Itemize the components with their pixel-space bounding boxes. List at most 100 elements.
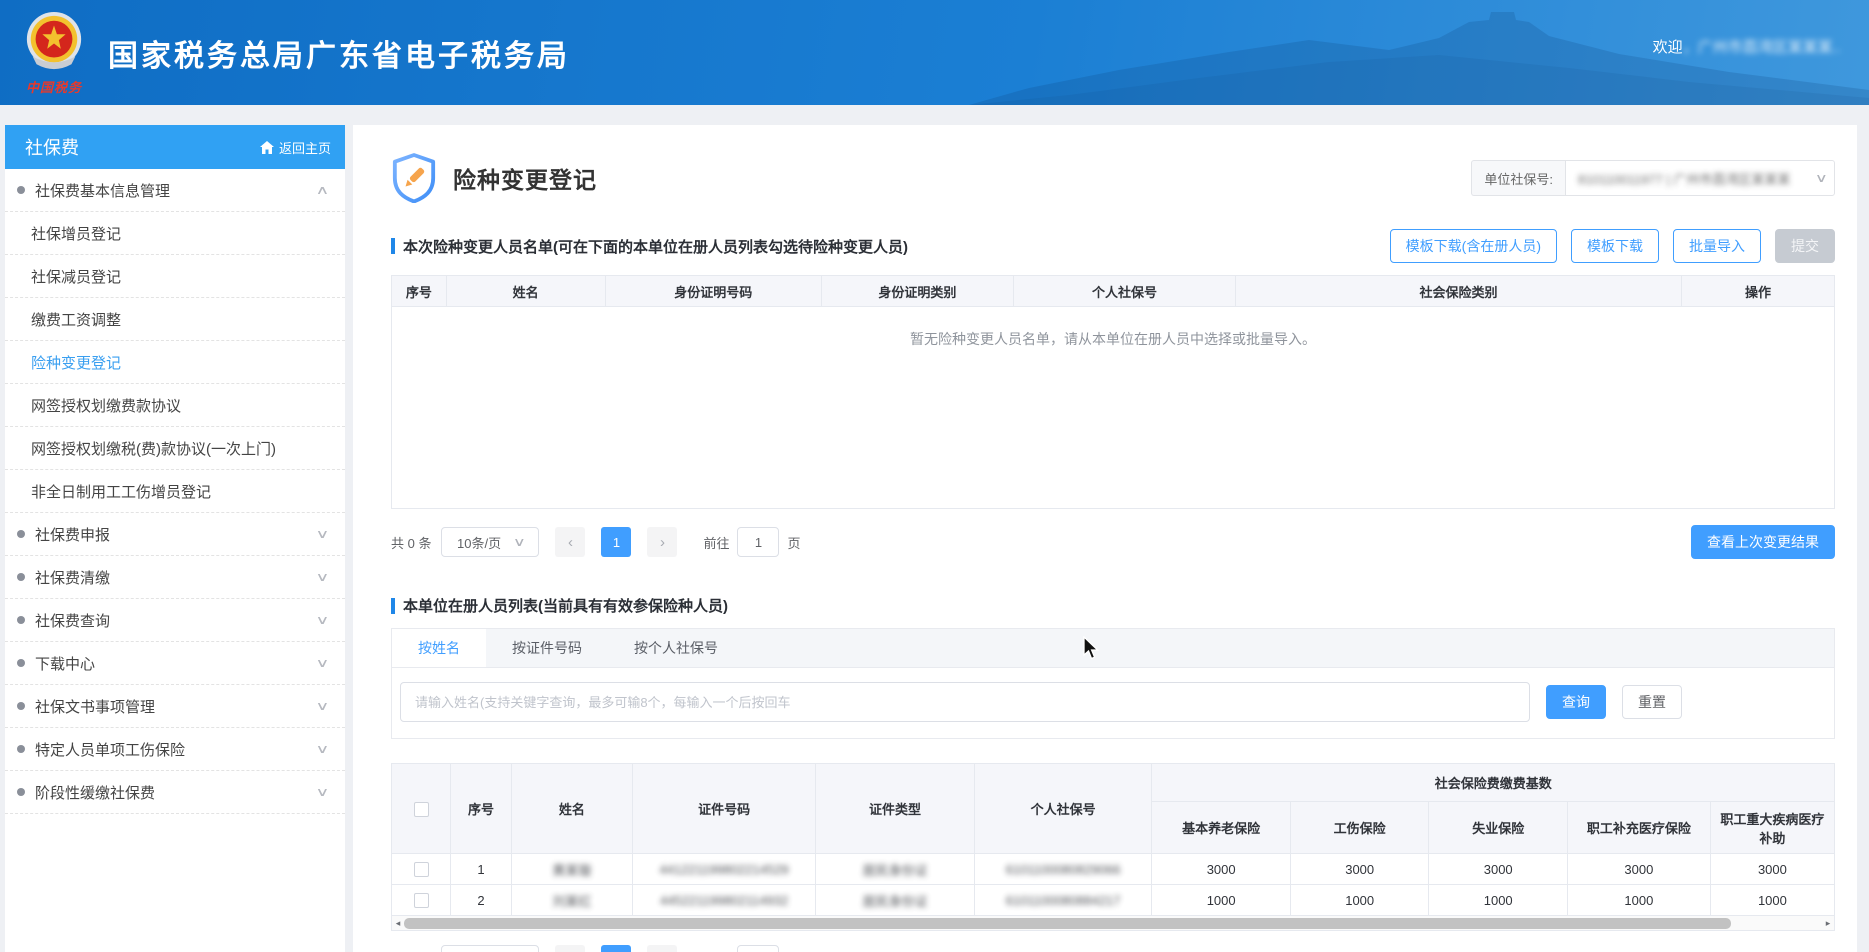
section2-header-row: 本单位在册人员列表(当前具有有效参保险种人员) — [391, 595, 1835, 616]
row-checkbox[interactable] — [413, 862, 429, 878]
tax-emblem-icon — [26, 11, 82, 69]
scroll-left-icon[interactable]: ◂ — [392, 918, 404, 929]
sidebar-item[interactable]: 险种变更登记 — [5, 341, 345, 384]
prev-page-button[interactable]: ‹ — [555, 945, 586, 952]
next-page-button[interactable]: › — [647, 945, 678, 952]
col-unemployment: 失业保险 — [1428, 801, 1568, 854]
change-list-table: 序号 姓名 身份证明号码 身份证明类别 个人社保号 社会保险类别 操作 — [391, 275, 1835, 307]
chevron-down-icon: ∨ — [512, 535, 527, 549]
sidebar-item[interactable]: 社保费基本信息管理 ∧ — [5, 169, 345, 212]
empty-state-message: 暂无险种变更人员名单，请从本单位在册人员中选择或批量导入。 — [391, 307, 1835, 509]
unit-ssn-select[interactable]: 810110011977 | 广州市荔湾区某某某 ∨ — [1565, 160, 1835, 196]
base-value: 3000 — [1709, 853, 1836, 885]
sidebar-item[interactable]: 阶段性缓缴社保费 ∨ — [5, 771, 345, 814]
col-major-illness: 职工重大疾病医疗补助 — [1709, 801, 1836, 854]
section1-title: 本次险种变更人员名单(可在下面的本单位在册人员列表勾选待险种变更人员) — [391, 236, 908, 257]
staff-table-body: 1 黄某璇 441221199802214529 居民身份证 6101100080829… — [390, 853, 1836, 916]
goto-page-input[interactable] — [737, 945, 780, 952]
chevron-down-icon: ∨ — [315, 742, 330, 756]
scroll-right-icon[interactable]: ▸ — [1822, 918, 1834, 929]
col-name: 姓名 — [445, 275, 606, 307]
chevron-down-icon: ∨ — [315, 699, 330, 713]
view-last-result-button[interactable]: 查看上次变更结果 — [1691, 525, 1835, 559]
reset-button[interactable]: 重置 — [1622, 685, 1682, 719]
search-button[interactable]: 查询 — [1546, 685, 1606, 719]
return-home-link[interactable]: 返回主页 — [259, 138, 331, 157]
sidebar-item[interactable]: 社保减员登记 — [5, 255, 345, 298]
home-icon — [259, 140, 274, 154]
sidebar-item[interactable]: 社保费申报 ∨ — [5, 513, 345, 556]
chevron-down-icon: ∨ — [1815, 171, 1829, 185]
tab-by-name[interactable]: 按姓名 — [392, 629, 486, 667]
sidebar-item[interactable]: 网签授权划缴费款协议 — [5, 384, 345, 427]
app-header: 中国税务 国家税务总局广东省电子税务局 欢迎 ，广州市荔湾区某某某.. — [0, 0, 1869, 105]
change-list-header-row: 序号 姓名 身份证明号码 身份证明类别 个人社保号 社会保险类别 操作 — [391, 275, 1835, 307]
template-download-with-staff-button[interactable]: 模板下载(含在册人员) — [1389, 229, 1557, 263]
sidebar-item[interactable]: 缴费工资调整 — [5, 298, 345, 341]
section2-pagination-row: 共 2 条 10条/页 ∨ ‹ 1 › 前往 页 — [391, 945, 1835, 952]
page-size-select[interactable]: 10条/页 ∨ — [441, 945, 540, 952]
base-value: 3000 — [1151, 853, 1291, 885]
pagination-bottom: 共 2 条 10条/页 ∨ ‹ 1 › 前往 页 — [391, 945, 801, 952]
chevron-down-icon: ∨ — [315, 785, 330, 799]
sidebar-item[interactable]: 特定人员单项工伤保险 ∨ — [5, 728, 345, 771]
base-value: 1000 — [1289, 884, 1430, 916]
base-value: 3000 — [1428, 853, 1568, 885]
submit-button[interactable]: 提交 — [1775, 229, 1835, 263]
goto-page-group: 前往 页 — [703, 527, 801, 557]
current-page-button[interactable]: 1 — [601, 945, 632, 952]
col-actions: 操作 — [1681, 275, 1835, 307]
section1-header-row: 本次险种变更人员名单(可在下面的本单位在册人员列表勾选待险种变更人员) 模板下载… — [391, 229, 1835, 263]
prev-page-button[interactable]: ‹ — [555, 527, 586, 557]
bullet-icon — [17, 659, 25, 667]
chevron-down-icon: ∨ — [315, 656, 330, 670]
sidebar-item[interactable]: 社保文书事项管理 ∨ — [5, 685, 345, 728]
sidebar-item[interactable]: 网签授权划缴税(费)款协议(一次上门) — [5, 427, 345, 470]
tab-by-personal-ssn[interactable]: 按个人社保号 — [608, 629, 744, 667]
goto-page-input[interactable] — [737, 527, 780, 557]
table-row: 2 刘某红 445221199802114932 居民身份证 6101100080884… — [390, 884, 1836, 916]
section2-title: 本单位在册人员列表(当前具有有效参保险种人员) — [391, 595, 728, 616]
bullet-icon — [17, 573, 25, 581]
sidebar-item[interactable]: 社保费清缴 ∨ — [5, 556, 345, 599]
sidebar-item[interactable]: 下载中心 ∨ — [5, 642, 345, 685]
select-all-checkbox[interactable] — [413, 801, 429, 817]
sidebar-item[interactable]: 非全日制用工工伤增员登记 — [5, 470, 345, 513]
col-id-number: 身份证明号码 — [604, 275, 822, 307]
template-download-button[interactable]: 模板下载 — [1571, 229, 1659, 263]
base-value: 1000 — [1151, 884, 1291, 916]
next-page-button[interactable]: › — [647, 527, 678, 557]
page-size-select[interactable]: 10条/页 ∨ — [441, 527, 540, 557]
main-content: 险种变更登记 单位社保号: 810110011977 | 广州市荔湾区某某某 ∨… — [353, 125, 1857, 952]
base-value: 1000 — [1566, 884, 1711, 916]
batch-import-button[interactable]: 批量导入 — [1673, 229, 1761, 263]
staff-filter-panel: 按姓名 按证件号码 按个人社保号 查询 重置 — [391, 628, 1835, 739]
tab-by-id-number[interactable]: 按证件号码 — [486, 629, 608, 667]
sidebar-menu: 社保费基本信息管理 ∧ 社保增员登记 社保减员登记 缴费工资调整 险种变更登记 网签授权划缴… — [5, 169, 345, 814]
row-checkbox[interactable] — [413, 893, 429, 909]
sidebar-item[interactable]: 社保增员登记 — [5, 212, 345, 255]
horizontal-scrollbar[interactable]: ◂ ▸ — [391, 916, 1835, 931]
scrollbar-thumb[interactable] — [404, 917, 1731, 929]
col-seq: 序号 — [391, 275, 447, 307]
unit-ssn-value-masked: 810110011977 | 广州市荔湾区某某某 — [1578, 171, 1791, 187]
col-name: 姓名 — [510, 763, 633, 854]
pagination-top: 共 0 条 10条/页 ∨ ‹ 1 › 前往 页 — [391, 527, 801, 557]
staff-list-table: 序号 姓名 证件号码 证件类型 个人社保号 社会保险费缴费基数 基本养老保险 工… — [390, 763, 1836, 916]
search-row: 查询 重置 — [392, 668, 1834, 738]
section-bar — [391, 238, 395, 254]
page-title-row: 险种变更登记 单位社保号: 810110011977 | 广州市荔湾区某某某 ∨ — [391, 153, 1835, 203]
search-input[interactable] — [400, 682, 1530, 722]
section1-pagination-row: 共 0 条 10条/页 ∨ ‹ 1 › 前往 页 查看上次变更结果 — [391, 525, 1835, 559]
tax-logo: 中国税务 — [14, 10, 94, 96]
col-group-contribution-base: 社会保险费缴费基数 — [1151, 763, 1835, 802]
base-value: 3000 — [1289, 853, 1430, 885]
shield-pencil-icon — [392, 153, 436, 203]
sidebar-header: 社保费 返回主页 — [5, 125, 345, 169]
welcome-user-masked: ，广州市荔湾区某某某.. — [1682, 39, 1841, 56]
sidebar-item[interactable]: 社保费查询 ∨ — [5, 599, 345, 642]
current-page-button[interactable]: 1 — [601, 527, 632, 557]
unit-ssn-label: 单位社保号: — [1471, 160, 1565, 196]
staff-header-row-1: 序号 姓名 证件号码 证件类型 个人社保号 社会保险费缴费基数 — [390, 763, 1835, 854]
sidebar: 社保费 返回主页 社保费基本信息管理 ∧ 社保增员登记 社保减员登记 缴费工资调整 险种变… — [5, 125, 345, 952]
